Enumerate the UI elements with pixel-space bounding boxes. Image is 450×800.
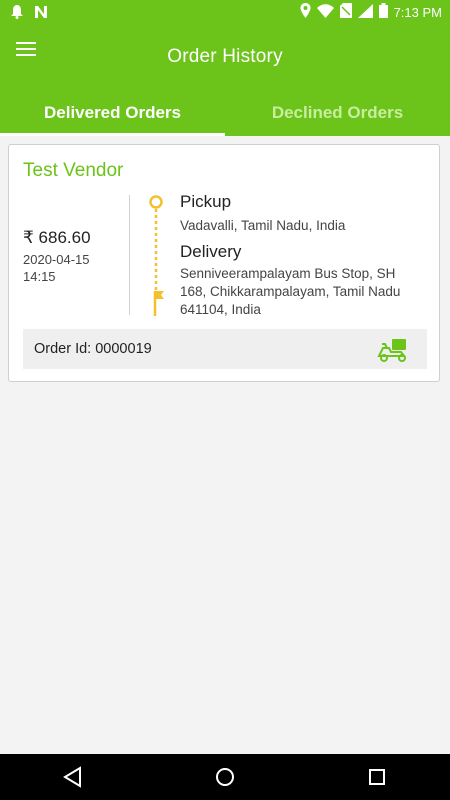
status-time: 7:13 PM	[393, 5, 442, 20]
order-id-bar: Order Id: 0000019	[23, 329, 427, 369]
signal-icon	[357, 3, 373, 22]
status-bar: 7:13 PM	[0, 0, 450, 24]
wifi-icon	[316, 3, 334, 22]
recents-square-icon[interactable]	[366, 766, 388, 788]
delivery-scooter-icon[interactable]	[377, 338, 409, 362]
order-card[interactable]: Test Vendor ₹ 686.60 2020-04-15 14:15 Pi…	[8, 144, 440, 382]
order-date: 2020-04-15	[23, 252, 90, 267]
page-title: Order History	[167, 46, 283, 67]
route-line-icon	[149, 195, 164, 316]
tab-declined-orders[interactable]: Declined Orders	[225, 90, 450, 136]
system-nav-bar	[0, 754, 450, 800]
tab-bar: Delivered Orders Declined Orders	[0, 90, 450, 136]
order-list[interactable]: Test Vendor ₹ 686.60 2020-04-15 14:15 Pi…	[0, 136, 450, 754]
tab-delivered-orders[interactable]: Delivered Orders	[0, 90, 225, 136]
back-triangle-icon[interactable]	[62, 766, 84, 788]
notification-bell-icon	[10, 4, 24, 23]
order-amount: ₹ 686.60	[23, 228, 91, 247]
home-circle-icon[interactable]	[214, 766, 236, 788]
battery-icon	[378, 3, 388, 22]
no-sim-icon	[339, 3, 352, 22]
location-icon	[300, 3, 311, 22]
app-bar: Order History	[0, 24, 450, 90]
n-notification-icon	[34, 4, 48, 23]
order-id: Order Id: 0000019	[34, 341, 152, 357]
pickup-address: Vadavalli, Tamil Nadu, India	[180, 218, 346, 233]
order-datetime: 2020-04-15 14:15	[23, 251, 123, 285]
delivery-address: Senniveerampalayam Bus Stop, SH 168, Chi…	[180, 266, 401, 317]
vendor-name: Test Vendor	[23, 160, 124, 181]
divider	[129, 195, 130, 315]
delivery-label: Delivery	[180, 242, 242, 261]
pickup-label: Pickup	[180, 192, 232, 211]
order-time: 14:15	[23, 269, 56, 284]
